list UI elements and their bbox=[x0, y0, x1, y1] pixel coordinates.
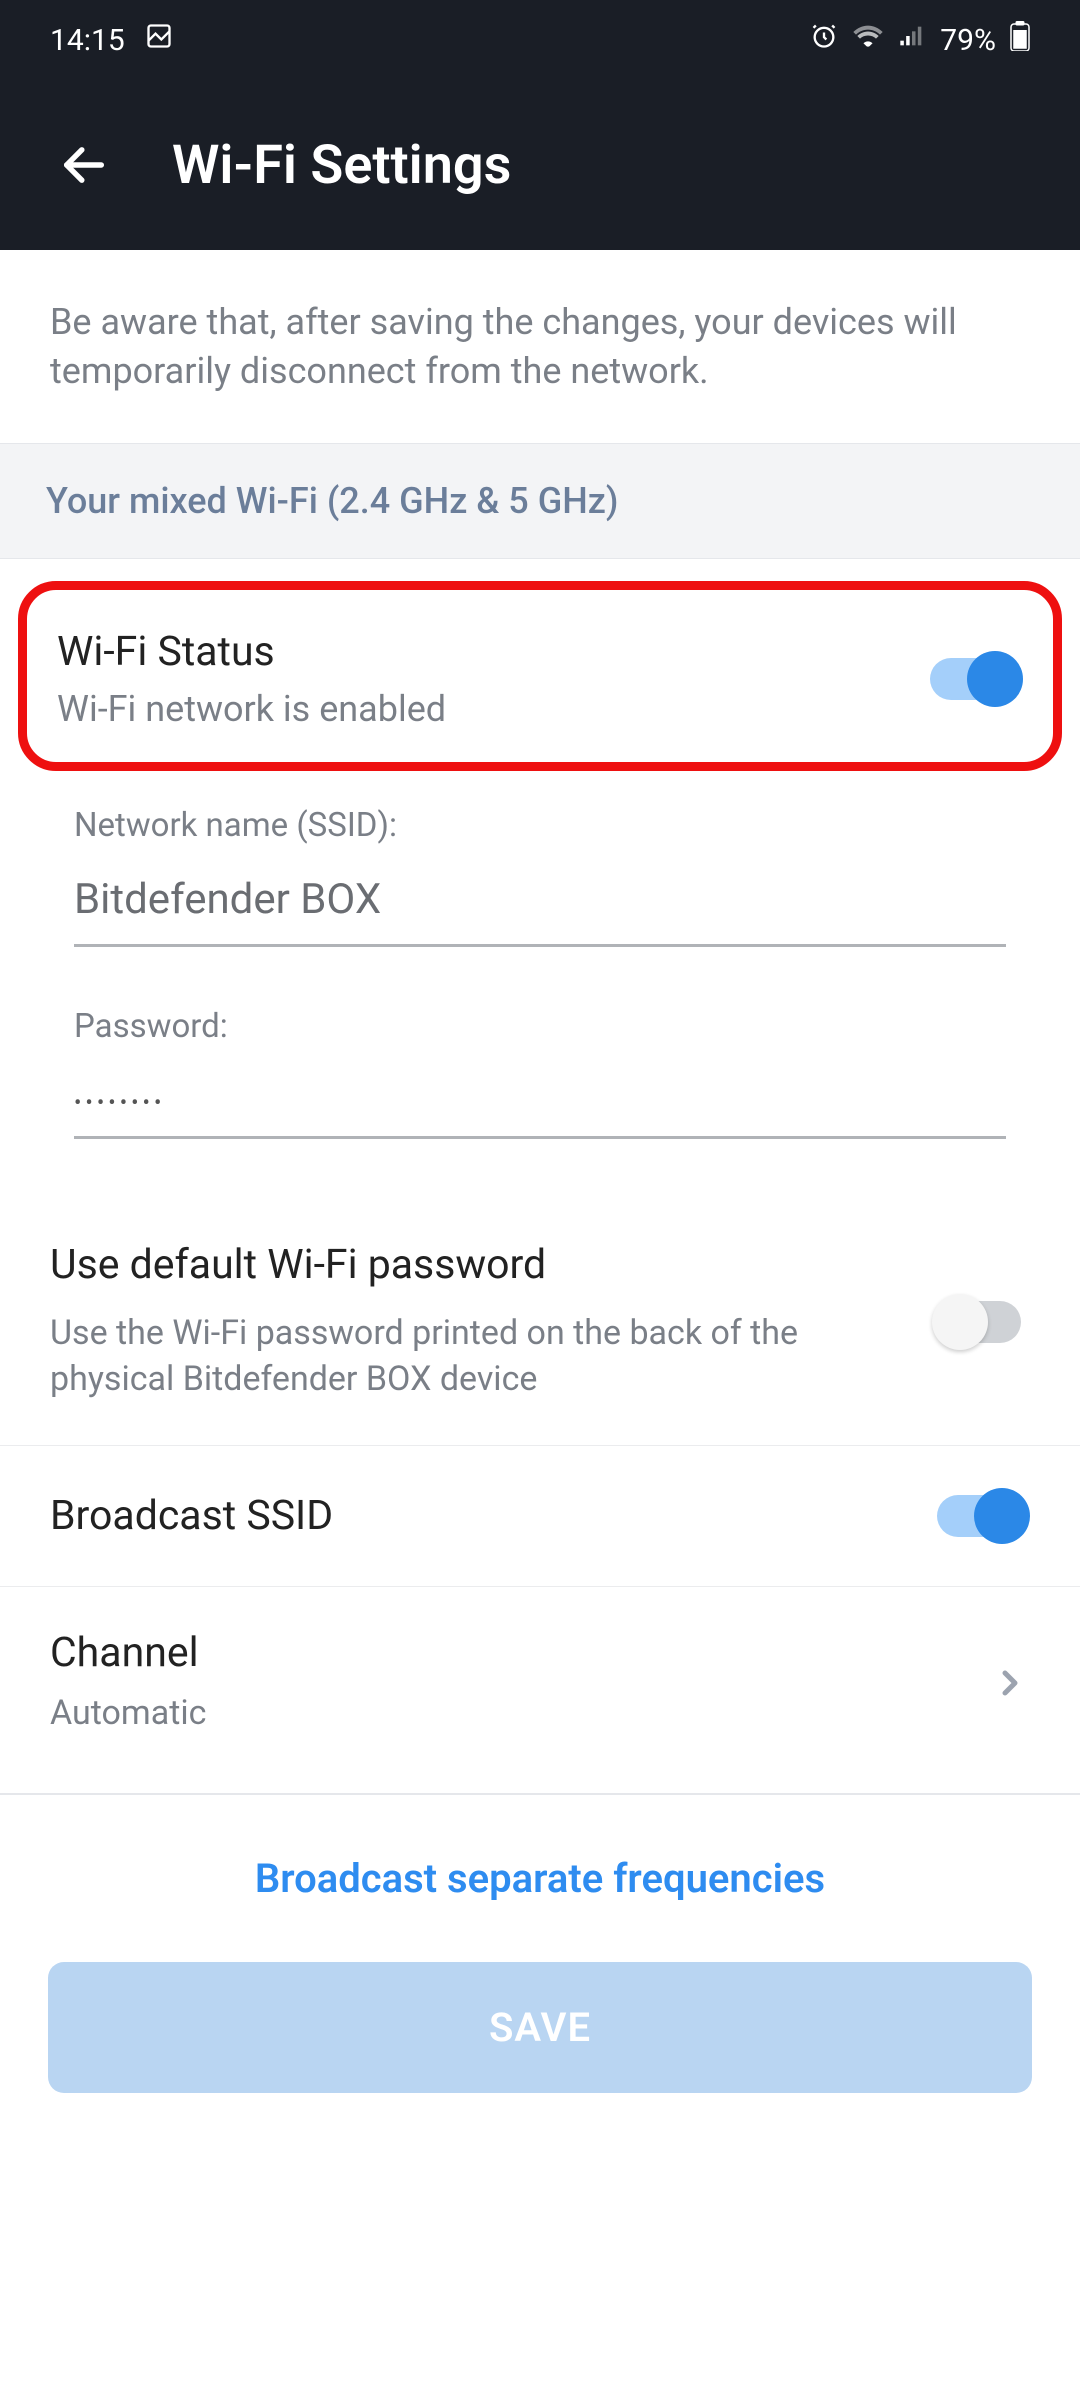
wifi-status-subtitle: Wi-Fi network is enabled bbox=[57, 688, 925, 730]
warning-text: Be aware that, after saving the changes,… bbox=[0, 250, 1080, 443]
wifi-status-text: Wi-Fi Status Wi-Fi network is enabled bbox=[57, 628, 925, 730]
battery-icon bbox=[1010, 21, 1030, 59]
broadcast-frequencies-link[interactable]: Broadcast separate frequencies bbox=[0, 1795, 1080, 1952]
ssid-field-container: Network name (SSID): bbox=[0, 786, 1080, 987]
status-time: 14:15 bbox=[50, 23, 125, 58]
default-password-subtitle: Use the Wi-Fi password printed on the ba… bbox=[50, 1311, 892, 1403]
default-password-toggle[interactable] bbox=[932, 1294, 1030, 1350]
broadcast-ssid-row: Broadcast SSID bbox=[0, 1446, 1080, 1587]
page-title: Wi-Fi Settings bbox=[172, 134, 511, 197]
password-input[interactable] bbox=[74, 1066, 1006, 1139]
signal-icon bbox=[898, 22, 926, 58]
channel-text: Channel Automatic bbox=[50, 1629, 990, 1737]
status-bar: 14:15 bbox=[0, 0, 1080, 80]
back-button[interactable] bbox=[56, 137, 112, 193]
chevron-right-icon bbox=[990, 1663, 1030, 1703]
picture-icon bbox=[145, 22, 173, 58]
ssid-label: Network name (SSID): bbox=[74, 806, 1006, 845]
default-password-title: Use default Wi-Fi password bbox=[50, 1241, 892, 1289]
section-header: Your mixed Wi-Fi (2.4 GHz & 5 GHz) bbox=[0, 443, 1080, 559]
channel-title: Channel bbox=[50, 1629, 950, 1677]
save-button[interactable]: SAVE bbox=[48, 1962, 1032, 2093]
password-label: Password: bbox=[74, 1007, 1006, 1046]
wifi-icon bbox=[852, 20, 884, 60]
wifi-status-toggle[interactable] bbox=[925, 651, 1023, 707]
default-password-text: Use default Wi-Fi password Use the Wi-Fi… bbox=[50, 1241, 932, 1403]
arrow-left-icon bbox=[58, 139, 110, 191]
broadcast-ssid-title: Broadcast SSID bbox=[50, 1492, 892, 1540]
wifi-status-row: Wi-Fi Status Wi-Fi network is enabled bbox=[18, 581, 1062, 771]
content: Be aware that, after saving the changes,… bbox=[0, 250, 1080, 2093]
wifi-status-title: Wi-Fi Status bbox=[57, 628, 925, 676]
status-bar-right: 79% bbox=[810, 20, 1030, 60]
alarm-icon bbox=[810, 22, 838, 58]
broadcast-ssid-toggle[interactable] bbox=[932, 1488, 1030, 1544]
channel-row[interactable]: Channel Automatic bbox=[0, 1587, 1080, 1779]
status-bar-left: 14:15 bbox=[50, 22, 173, 58]
password-field-container: Password: bbox=[0, 987, 1080, 1179]
battery-percent: 79% bbox=[940, 23, 996, 58]
default-password-row: Use default Wi-Fi password Use the Wi-Fi… bbox=[0, 1199, 1080, 1446]
app-bar: Wi-Fi Settings bbox=[0, 80, 1080, 250]
ssid-input[interactable] bbox=[74, 865, 1006, 947]
broadcast-ssid-text: Broadcast SSID bbox=[50, 1492, 932, 1540]
channel-value: Automatic bbox=[50, 1691, 950, 1737]
